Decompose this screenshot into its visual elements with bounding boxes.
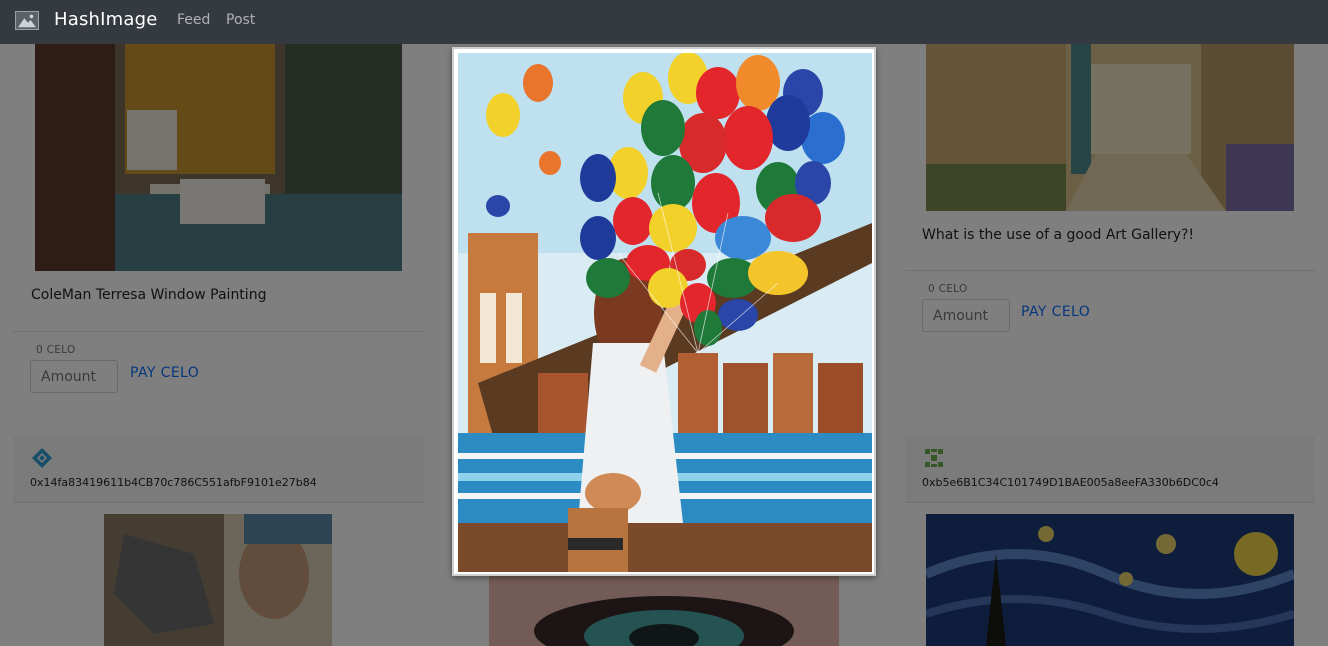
brand-logo-icon[interactable] xyxy=(15,11,39,30)
nav-post-link[interactable]: Post xyxy=(226,12,255,28)
modal-image-balloons-painting[interactable] xyxy=(458,53,872,572)
brand-name[interactable]: HashImage xyxy=(54,9,158,30)
nav-feed-link[interactable]: Feed xyxy=(177,12,210,28)
navbar: HashImage Feed Post xyxy=(0,0,1328,44)
image-modal xyxy=(452,47,876,576)
